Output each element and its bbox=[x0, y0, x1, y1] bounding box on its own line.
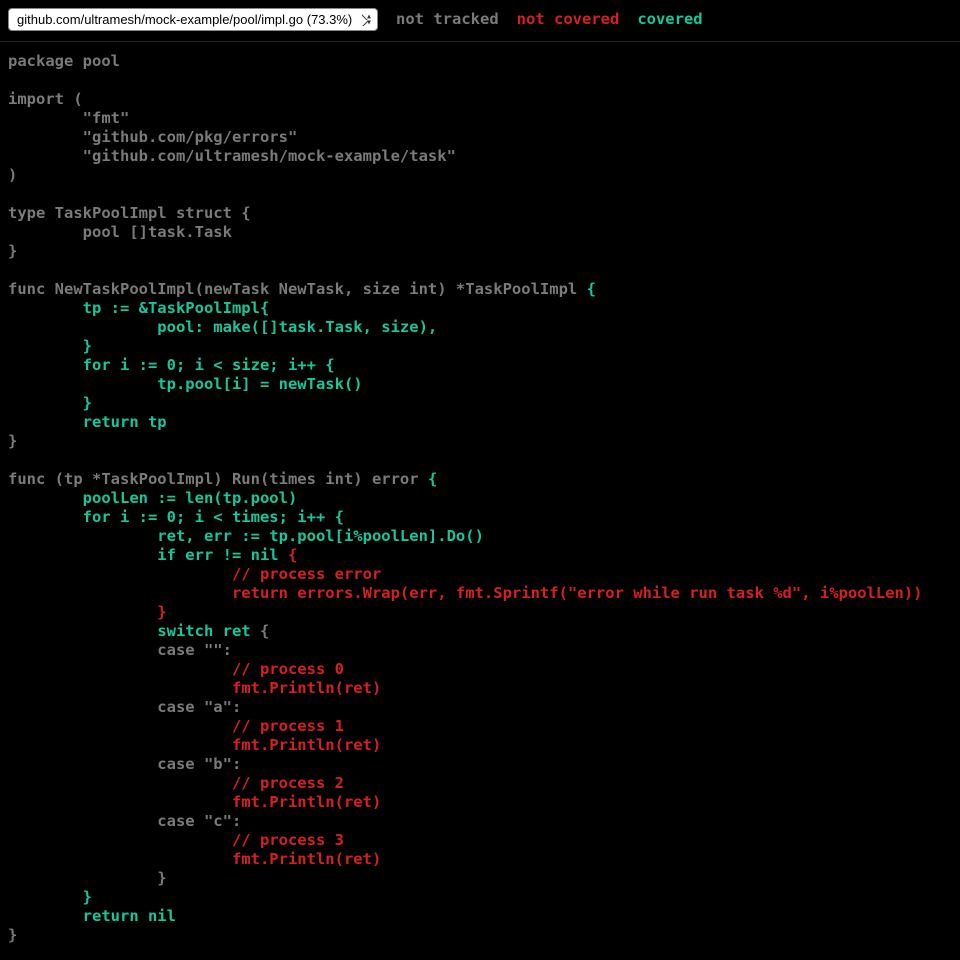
code-segment: { bbox=[325, 356, 334, 374]
code-segment: // process 2 bbox=[8, 774, 344, 792]
code-segment: "fmt" bbox=[8, 109, 129, 127]
code-segment: return tp bbox=[8, 413, 167, 431]
code-segment bbox=[8, 622, 157, 640]
code-segment: { bbox=[428, 470, 437, 488]
file-select-wrap: github.com/ultramesh/mock-example/pool/i… bbox=[8, 8, 378, 31]
code-segment: pool []task.Task bbox=[8, 223, 232, 241]
code-segment: fmt.Println(ret) bbox=[8, 793, 381, 811]
code-segment: import ( bbox=[8, 90, 83, 108]
code-segment: } bbox=[8, 337, 92, 355]
code-segment: case "b": bbox=[8, 755, 241, 773]
code-segment: { bbox=[335, 508, 344, 526]
legend-not-covered: not covered bbox=[517, 10, 620, 29]
code-segment: case "c": bbox=[8, 812, 241, 830]
code-segment: } bbox=[8, 242, 17, 260]
code-segment: ) bbox=[8, 166, 17, 184]
code-segment: } bbox=[8, 432, 17, 450]
code-segment: // process 1 bbox=[8, 717, 344, 735]
code-segment: case "a": bbox=[8, 698, 241, 716]
code-segment: func (tp *TaskPoolImpl) Run(times int) e… bbox=[8, 470, 428, 488]
file-select[interactable]: github.com/ultramesh/mock-example/pool/i… bbox=[8, 8, 378, 31]
code-segment: switch ret bbox=[157, 622, 260, 640]
code-segment: if err != nil bbox=[8, 546, 288, 564]
code-segment: for i := 0; i < size; i++ bbox=[8, 356, 325, 374]
legend-not-tracked: not tracked bbox=[396, 10, 499, 29]
code-segment: package pool bbox=[8, 52, 120, 70]
code-segment: "github.com/pkg/errors" bbox=[8, 128, 297, 146]
code-segment: } bbox=[8, 888, 92, 906]
code-segment: } bbox=[8, 926, 17, 944]
code-segment: { bbox=[587, 280, 596, 298]
code-segment: for i := 0; i < times; i++ bbox=[8, 508, 335, 526]
code-segment: fmt.Println(ret) bbox=[8, 679, 381, 697]
code-segment: // process 3 bbox=[8, 831, 344, 849]
code-segment: // process 0 bbox=[8, 660, 344, 678]
code-segment: type TaskPoolImpl struct { bbox=[8, 204, 251, 222]
code-segment: poolLen := len(tp.pool) bbox=[8, 489, 297, 507]
code-segment: return nil bbox=[8, 907, 176, 925]
code-segment: func NewTaskPoolImpl(newTask NewTask, si… bbox=[8, 280, 587, 298]
code-segment: // process error bbox=[8, 565, 381, 583]
code-segment: case "": bbox=[8, 641, 232, 659]
code-segment: } bbox=[8, 869, 167, 887]
code-segment: fmt.Println(ret) bbox=[8, 850, 381, 868]
legend-covered: covered bbox=[637, 10, 702, 29]
code-segment: ret, err := tp.pool[i%poolLen].Do() bbox=[8, 527, 484, 545]
code-view: package pool import ( "fmt" "github.com/… bbox=[0, 42, 960, 953]
coverage-topbar: github.com/ultramesh/mock-example/pool/i… bbox=[0, 0, 960, 42]
code-segment: tp.pool[i] = newTask() bbox=[8, 375, 363, 393]
code-segment: "github.com/ultramesh/mock-example/task" bbox=[8, 147, 456, 165]
code-segment: { bbox=[260, 622, 269, 640]
code-segment: fmt.Println(ret) bbox=[8, 736, 381, 754]
code-segment: { bbox=[288, 546, 297, 564]
code-segment: } bbox=[8, 603, 167, 621]
code-segment: } bbox=[8, 394, 92, 412]
code-segment: return errors.Wrap(err, fmt.Sprintf("err… bbox=[8, 584, 923, 602]
code-segment: pool: make([]task.Task, size), bbox=[8, 318, 437, 336]
code-segment: tp := &TaskPoolImpl{ bbox=[8, 299, 269, 317]
